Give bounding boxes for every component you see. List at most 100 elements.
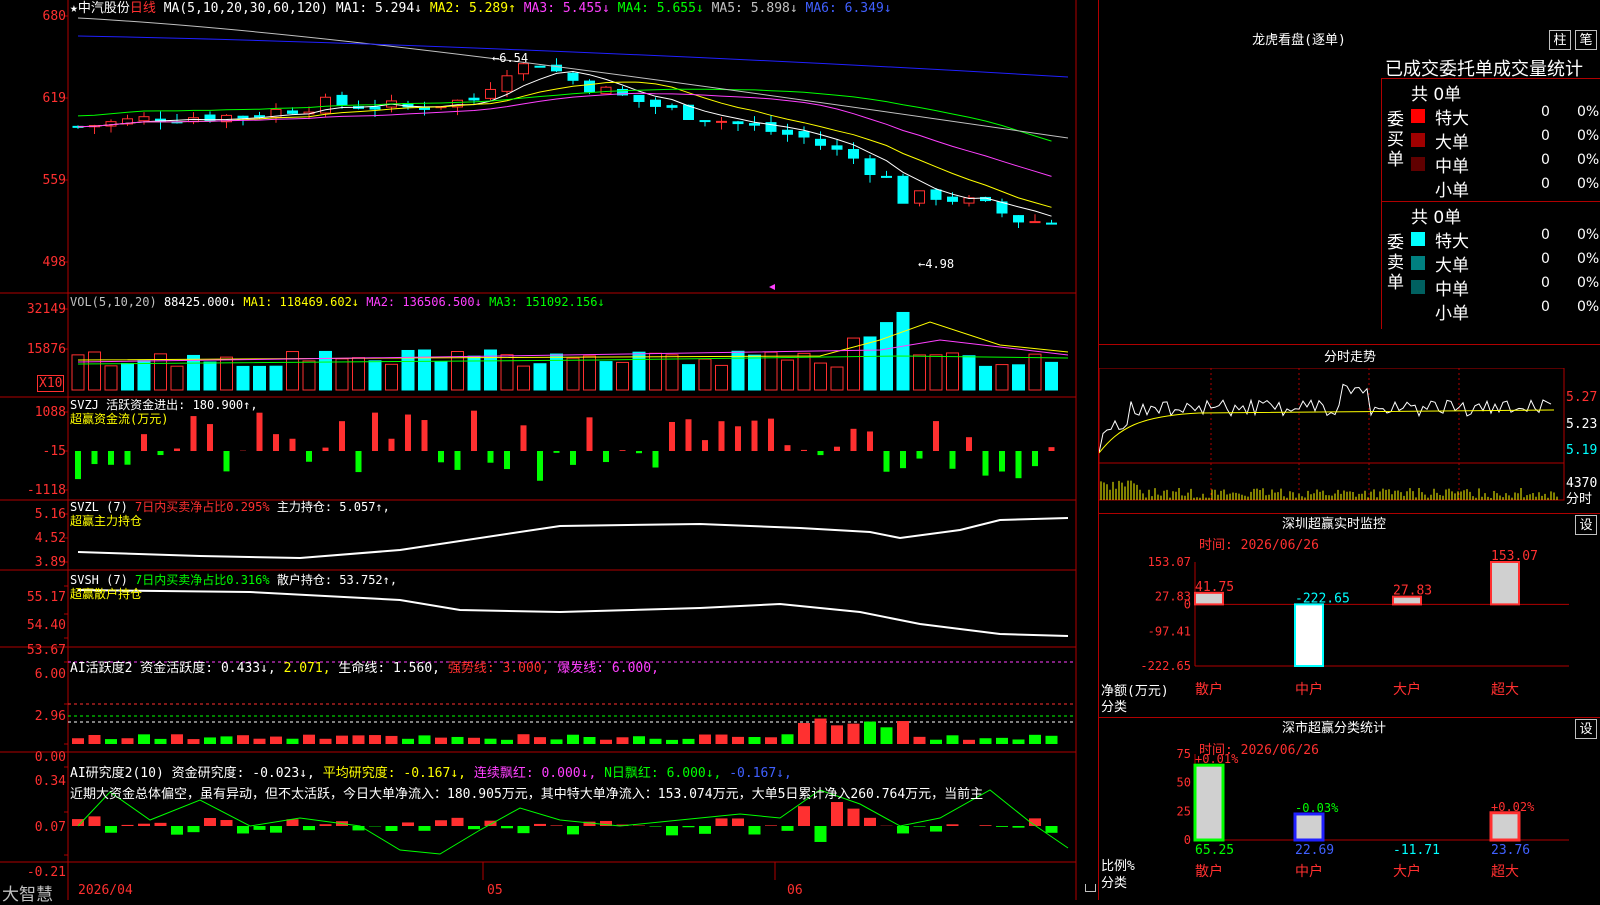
volume-bar	[369, 361, 381, 390]
period-label[interactable]: 日线	[130, 1, 156, 16]
sell-rows: 特大 0 0% 大单 0 0% 中单 0 0% 小单 0 0%	[1409, 227, 1599, 323]
volume-bar	[122, 363, 134, 390]
activity-bar	[485, 739, 497, 744]
fundflow-bar	[488, 451, 494, 463]
research-bar	[72, 819, 84, 826]
candle-body	[238, 116, 248, 118]
fundflow-bar	[207, 424, 213, 451]
volume-bar	[138, 361, 150, 390]
activity-bar	[617, 737, 629, 744]
sell-row-count: 0	[1541, 227, 1550, 243]
ai-comment-text: 近期大资金总体偏空，虽有异动，但不太活跃，今日大单净流入：180.905万元，其…	[70, 787, 1076, 802]
classify-category-label: 中户	[1295, 863, 1323, 880]
volume-bar	[897, 312, 909, 390]
classify-chart[interactable]: 7550250+0.01%65.25散户-0.03%22.69中户-11.71大…	[1099, 720, 1600, 900]
classify-axis-label: 分类	[1101, 876, 1127, 891]
vol-ma1: MA1: 118469.602↓	[243, 295, 359, 309]
favorite-star-icon[interactable]: ★	[70, 1, 78, 16]
monitor-value-label: -222.65	[1295, 591, 1350, 606]
candle-body	[519, 64, 529, 74]
buy-row-name: 小单	[1435, 176, 1469, 201]
fundflow-bar	[587, 417, 593, 451]
monitor-chart[interactable]: 153.0727.830-97.41-222.6541.75散户-222.65中…	[1099, 520, 1600, 710]
sell-row: 中单 0 0%	[1409, 275, 1599, 299]
monitor-value-label: 41.75	[1195, 580, 1234, 595]
svzl-net: 7日内买卖净占比0.295%	[135, 500, 270, 514]
volume-bar	[551, 354, 563, 390]
svsh-net: 7日内买卖净占比0.316%	[135, 573, 270, 587]
research-bar	[831, 802, 843, 826]
classify-bar	[1491, 813, 1519, 840]
fundflow-bar	[224, 451, 230, 471]
buy-row-count: 0	[1541, 104, 1550, 120]
candle-body	[799, 132, 809, 137]
volume-bar	[996, 365, 1008, 390]
candle-body	[948, 197, 958, 201]
fundflow-bar	[75, 451, 81, 479]
svzl-y-label: 4.52	[0, 531, 66, 546]
research-bar	[930, 826, 942, 832]
lock-icon[interactable]	[1085, 884, 1096, 892]
monitor-bar	[1295, 604, 1323, 666]
activity-bar	[914, 737, 926, 744]
intraday-y-label: 5.23	[1566, 417, 1597, 432]
tick-mode-button[interactable]: 笔	[1575, 30, 1597, 50]
activity-bar	[452, 737, 464, 744]
candle-body	[601, 87, 611, 93]
svsh-label: SVSH (7)	[70, 573, 128, 587]
kline-svg[interactable]	[0, 0, 1077, 900]
volume-bar	[386, 364, 398, 390]
intraday-chart[interactable]	[1099, 368, 1600, 518]
volume-bar	[782, 360, 794, 390]
classify-value-label: 65.25	[1195, 843, 1234, 858]
fundflow-bar	[158, 451, 164, 455]
svsh-subtitle: 超赢散户持仓	[70, 587, 142, 601]
sell-row-pct: 0%	[1577, 275, 1599, 291]
activity-bar	[765, 737, 777, 744]
intraday-avg-line	[1099, 410, 1554, 453]
classify-divider-top	[1099, 717, 1600, 718]
research-bar	[468, 826, 480, 829]
sell-row-pct: 0%	[1577, 251, 1599, 267]
buy-row-pct: 0%	[1577, 176, 1599, 192]
activity-bar	[930, 740, 942, 744]
volume-bar	[89, 352, 101, 390]
svzj-y-label: -1118	[0, 483, 66, 498]
fundflow-bar	[521, 425, 527, 451]
activity-bar	[963, 740, 975, 744]
svzj-title: SVZJ 活跃资金进出: 180.900↑,	[70, 398, 258, 412]
activity-bar	[584, 737, 596, 744]
classify-value-label: -11.71	[1393, 843, 1440, 858]
candle-body	[898, 176, 908, 203]
bar-mode-button[interactable]: 柱	[1549, 30, 1571, 50]
monitor-axis-label: 净额(万元)	[1101, 684, 1169, 699]
volume-bar	[1046, 362, 1058, 390]
monitor-y-tick-label: 153.07	[1148, 555, 1191, 569]
activity-bar	[848, 724, 860, 744]
buy-row-pct: 0%	[1577, 128, 1599, 144]
candle-body	[288, 111, 298, 113]
fundflow-bar	[339, 421, 345, 451]
kline-chart-area[interactable]: ★中汽股份日线 MA(5,10,20,30,60,120) MA1: 5.294…	[0, 0, 1077, 900]
fundflow-bar	[1049, 447, 1055, 451]
intraday-y-label: 5.19	[1566, 443, 1597, 458]
research-bar	[782, 826, 794, 831]
fundflow-bar	[125, 451, 131, 465]
classify-change-label: +0.01%	[1195, 752, 1239, 766]
fundflow-bar	[174, 449, 180, 451]
fundflow-bar	[306, 451, 312, 462]
ai-active-label: AI活跃度2 资金活跃度: 0.433↓,	[70, 661, 276, 676]
ai-research-label: AI研究度2(10) 资金研究度: -0.023↓,	[70, 766, 315, 781]
volume-bar	[303, 361, 315, 390]
main-holding-line	[78, 518, 1068, 558]
ai-research-cont: 连续飘红: 0.000↓,	[474, 766, 596, 781]
activity-bar	[567, 735, 579, 744]
volume-bar	[287, 352, 299, 390]
fundflow-bar	[851, 429, 857, 451]
activity-bar	[72, 738, 84, 744]
volume-bar	[584, 356, 596, 390]
monitor-y-tick-label: -222.65	[1140, 659, 1191, 673]
fundflow-bar	[422, 420, 428, 451]
classify-y-tick-label: 75	[1177, 747, 1191, 761]
fundflow-bar	[438, 451, 444, 462]
